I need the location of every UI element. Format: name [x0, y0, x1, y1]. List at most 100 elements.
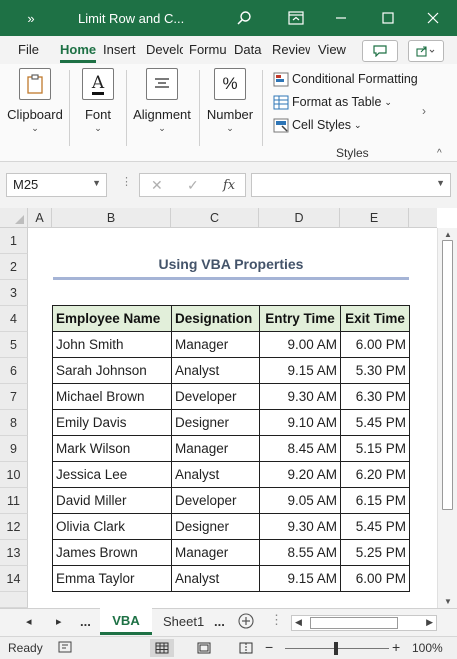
designation-cell[interactable]: Designer	[171, 513, 260, 540]
alignment-group[interactable]: Alignment ⌄	[133, 68, 191, 134]
scroll-left-icon[interactable]: ◀	[295, 617, 302, 628]
row-header[interactable]: 5	[0, 332, 28, 358]
scroll-down-icon[interactable]: ▼	[444, 597, 452, 606]
employee-table[interactable]: Employee Name Designation Entry Time Exi…	[52, 305, 410, 592]
row-header-partial[interactable]	[0, 592, 28, 608]
new-sheet-icon[interactable]	[238, 613, 254, 632]
row-header[interactable]: 14	[0, 566, 28, 592]
page-layout-view-icon[interactable]	[192, 639, 216, 657]
entry-time-cell[interactable]: 9.15 AM	[259, 565, 341, 592]
tab-split-grip-icon[interactable]: ⋮	[270, 612, 283, 628]
exit-time-cell[interactable]: 5.45 PM	[340, 409, 410, 436]
entry-time-cell[interactable]: 9.15 AM	[259, 357, 341, 384]
designation-cell[interactable]: Developer	[171, 383, 260, 410]
worksheet-grid[interactable]: A B C D E 1 2 3 4 5 6 7 8 9 10 11 12 13 …	[0, 208, 457, 608]
designation-cell[interactable]: Manager	[171, 435, 260, 462]
designation-cell[interactable]: Manager	[171, 539, 260, 566]
formula-bar-grip-icon[interactable]: ⋮	[121, 175, 132, 188]
row-header[interactable]: 4	[0, 306, 28, 332]
entry-time-cell[interactable]: 9.30 AM	[259, 383, 341, 410]
select-all-button[interactable]	[0, 208, 28, 228]
column-header-a[interactable]: A	[28, 208, 52, 228]
horizontal-scrollbar[interactable]: ◀ ▶	[291, 615, 437, 631]
column-header-b[interactable]: B	[52, 208, 171, 228]
entry-time-cell[interactable]: 9.10 AM	[259, 409, 341, 436]
employee-name-cell[interactable]: David Miller	[52, 487, 172, 514]
tab-file[interactable]: File	[18, 42, 42, 57]
quick-access-more-icon[interactable]: »	[20, 0, 42, 36]
minimize-icon[interactable]	[328, 0, 354, 36]
name-box[interactable]: M25 ▼	[6, 173, 107, 197]
designation-cell[interactable]: Manager	[171, 331, 260, 358]
row-header[interactable]: 6	[0, 358, 28, 384]
accessibility-icon[interactable]	[58, 640, 72, 657]
tab-review[interactable]: Review	[272, 42, 310, 57]
comments-button[interactable]	[362, 40, 398, 62]
chevron-down-icon[interactable]: ▼	[92, 178, 101, 188]
horizontal-scroll-thumb[interactable]	[310, 617, 398, 629]
exit-time-cell[interactable]: 6.00 PM	[340, 331, 410, 358]
tab-insert[interactable]: Insert	[103, 42, 139, 57]
employee-name-cell[interactable]: James Brown	[52, 539, 172, 566]
header-cell[interactable]: Entry Time	[259, 305, 341, 332]
formula-input[interactable]: ▼	[251, 173, 451, 197]
entry-time-cell[interactable]: 8.45 AM	[259, 435, 341, 462]
clipboard-group[interactable]: Clipboard ⌄	[7, 68, 63, 134]
insert-function-icon[interactable]: fx	[223, 178, 235, 193]
normal-view-icon[interactable]	[150, 639, 174, 657]
row-header[interactable]: 12	[0, 514, 28, 540]
vertical-scroll-thumb[interactable]	[442, 240, 453, 510]
row-header[interactable]: 13	[0, 540, 28, 566]
employee-name-cell[interactable]: Michael Brown	[52, 383, 172, 410]
entry-time-cell[interactable]: 9.05 AM	[259, 487, 341, 514]
employee-name-cell[interactable]: Olivia Clark	[52, 513, 172, 540]
exit-time-cell[interactable]: 5.15 PM	[340, 435, 410, 462]
search-icon[interactable]	[232, 0, 256, 36]
scroll-up-icon[interactable]: ▲	[444, 230, 452, 239]
expand-formula-bar-icon[interactable]: ▼	[436, 178, 445, 188]
column-header-d[interactable]: D	[259, 208, 340, 228]
employee-name-cell[interactable]: Sarah Johnson	[52, 357, 172, 384]
exit-time-cell[interactable]: 6.00 PM	[340, 565, 410, 592]
tab-data[interactable]: Data	[234, 42, 264, 57]
designation-cell[interactable]: Analyst	[171, 357, 260, 384]
entry-time-cell[interactable]: 9.30 AM	[259, 513, 341, 540]
header-cell[interactable]: Exit Time	[340, 305, 410, 332]
prev-sheet-icon[interactable]: ◂	[26, 615, 32, 628]
exit-time-cell[interactable]: 6.15 PM	[340, 487, 410, 514]
tab-home[interactable]: Home	[60, 42, 97, 57]
row-header[interactable]: 10	[0, 462, 28, 488]
tab-view[interactable]: View	[318, 42, 348, 57]
next-sheet-icon[interactable]: ▸	[56, 615, 62, 628]
designation-cell[interactable]: Developer	[171, 487, 260, 514]
close-icon[interactable]	[420, 0, 446, 36]
exit-time-cell[interactable]: 5.45 PM	[340, 513, 410, 540]
designation-cell[interactable]: Designer	[171, 409, 260, 436]
sheet-tab-sheet1[interactable]: Sheet1	[163, 614, 204, 629]
employee-name-cell[interactable]: Emily Davis	[52, 409, 172, 436]
zoom-in-button[interactable]: +	[392, 639, 400, 655]
zoom-level[interactable]: 100%	[412, 641, 443, 655]
collapse-ribbon-icon[interactable]: ^	[437, 148, 442, 159]
more-sheets-left[interactable]: ...	[80, 614, 91, 629]
conditional-formatting-button[interactable]: Conditional Formatting	[273, 69, 418, 89]
row-header[interactable]: 7	[0, 384, 28, 410]
row-header[interactable]: 8	[0, 410, 28, 436]
tab-formulas[interactable]: Formu	[189, 42, 227, 57]
sheet-title[interactable]: Using VBA Properties	[53, 256, 409, 278]
font-group[interactable]: A Font ⌄	[78, 68, 118, 134]
tab-developer[interactable]: Develo	[146, 42, 183, 57]
ribbon-scroll-right-icon[interactable]: ›	[422, 104, 426, 118]
column-header-c[interactable]: C	[171, 208, 259, 228]
share-button[interactable]	[408, 40, 444, 62]
exit-time-cell[interactable]: 5.25 PM	[340, 539, 410, 566]
ribbon-display-options-icon[interactable]	[284, 0, 308, 36]
column-header-e[interactable]: E	[340, 208, 409, 228]
zoom-out-button[interactable]: −	[265, 639, 273, 655]
employee-name-cell[interactable]: Emma Taylor	[52, 565, 172, 592]
column-header-f-partial[interactable]	[409, 208, 437, 228]
zoom-slider-thumb[interactable]	[334, 642, 338, 655]
employee-name-cell[interactable]: Mark Wilson	[52, 435, 172, 462]
scroll-right-icon[interactable]: ▶	[426, 617, 433, 628]
header-cell[interactable]: Designation	[171, 305, 260, 332]
